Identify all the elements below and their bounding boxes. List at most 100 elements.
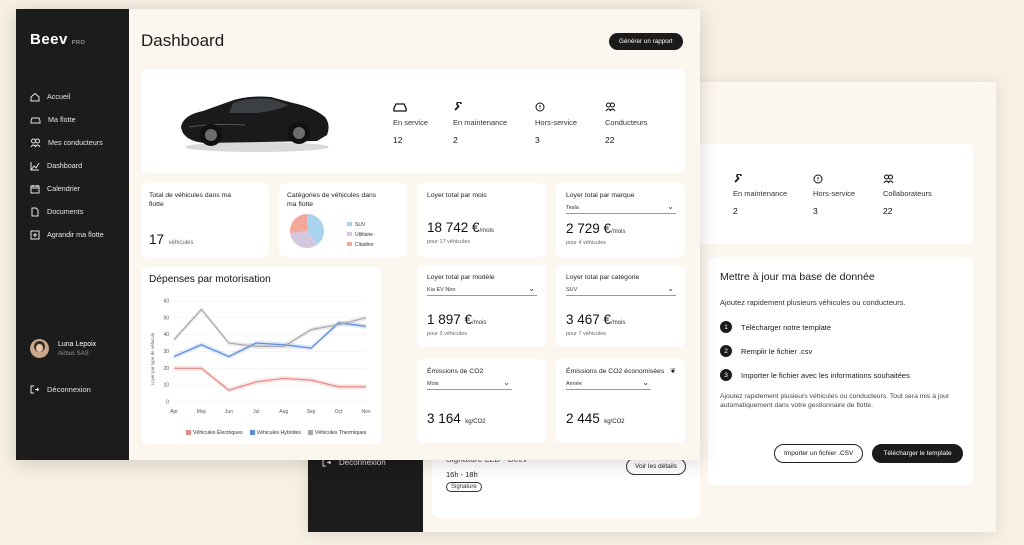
rent-brand-unit: /mois bbox=[611, 228, 626, 235]
y-tick-label: 0 bbox=[166, 400, 169, 406]
alert-icon bbox=[535, 102, 545, 112]
pie-legend-item: Citadine bbox=[347, 240, 373, 250]
rent-brand-value: 2 729 € bbox=[566, 220, 612, 236]
rent-category-sub: pour 7 véhicules bbox=[566, 330, 607, 337]
back-stat-value: 22 bbox=[883, 206, 893, 216]
people-icon bbox=[883, 174, 894, 184]
import-csv-button[interactable]: Importer un fichier .CSV bbox=[774, 444, 864, 463]
step-text: Remplir le fichier .csv bbox=[741, 346, 813, 356]
back-stat-label: En maintenance bbox=[733, 189, 788, 198]
logout-link[interactable]: Déconnexion bbox=[30, 385, 91, 394]
sidebar-item-label: Dashboard bbox=[47, 161, 83, 170]
chart-legend: Véhicules Électriques Véhicules Hybrides… bbox=[186, 430, 366, 436]
page-title: Dashboard bbox=[141, 31, 225, 50]
card-label: Émissions de CO2 économisées bbox=[566, 368, 665, 375]
step-text: Importer le fichier avec les information… bbox=[741, 370, 910, 380]
logout-label: Déconnexion bbox=[47, 385, 91, 394]
co2-saved-period-select[interactable]: Année bbox=[566, 378, 651, 390]
co2-value: 3 164 bbox=[427, 410, 461, 426]
event-details-button[interactable]: Voir les détails bbox=[626, 458, 686, 475]
user-profile[interactable]: Luna Lepoix Airbus SAS bbox=[30, 339, 96, 358]
x-tick-label: Nov bbox=[362, 409, 371, 415]
logo-badge: PRO bbox=[71, 40, 86, 46]
step-text: Télécharger notre template bbox=[741, 322, 832, 332]
y-tick-label: 10 bbox=[163, 383, 169, 389]
sidebar: Beev PRO Accueil Ma flotte Mes conducteur… bbox=[16, 9, 129, 460]
y-tick-label: 30 bbox=[163, 349, 169, 355]
logout-icon bbox=[30, 385, 39, 394]
generate-report-button[interactable]: Générer un rapport bbox=[609, 33, 683, 50]
model-select[interactable]: Kia EV Niro bbox=[427, 284, 537, 296]
co2-period-select[interactable]: Mois bbox=[427, 378, 512, 390]
back-stat-label: Hors-service bbox=[813, 189, 856, 198]
card-label: Total de véhicules dans ma flotte bbox=[149, 192, 231, 208]
stat-label: En maintenance bbox=[453, 118, 508, 127]
stat-label: En service bbox=[393, 118, 429, 127]
card-label: Loyer total par mois bbox=[427, 192, 487, 199]
card-label: Loyer total par marque bbox=[566, 192, 635, 199]
rent-brand-card: Loyer total par marque Tesla 2 729 €/moi… bbox=[556, 183, 685, 257]
update-step: 1 Télécharger notre template bbox=[720, 321, 961, 333]
back-stat-value: 3 bbox=[813, 206, 818, 216]
rent-month-card: Loyer total par mois 18 742 €/mois pour … bbox=[417, 183, 546, 257]
rent-month-sub: pour 17 véhicules bbox=[427, 238, 471, 245]
stat-conducteurs: Conducteurs 22 bbox=[605, 102, 648, 145]
total-vehicles-card: Total de véhicules dans ma flotte 17 véh… bbox=[141, 183, 269, 257]
stat-value: 2 bbox=[453, 135, 458, 145]
wrench-icon bbox=[734, 174, 742, 183]
stat-label: Hors-service bbox=[535, 118, 578, 127]
pie-legend-item: SUV bbox=[347, 220, 373, 230]
sidebar-item-agrandir-ma-flotte[interactable]: Agrandir ma flotte bbox=[30, 223, 104, 246]
plus-icon bbox=[30, 230, 40, 239]
series-line bbox=[173, 308, 367, 348]
leaf-icon: ❦ bbox=[670, 368, 676, 375]
user-name: Luna Lepoix bbox=[58, 340, 97, 348]
stat-en-service: En service 12 bbox=[393, 102, 428, 145]
sidebar-item-mes-conducteurs[interactable]: Mes conducteurs bbox=[30, 131, 104, 154]
x-tick-label: Oct bbox=[335, 409, 343, 415]
brand-select[interactable]: Tesla bbox=[566, 202, 676, 214]
x-tick-label: Sep bbox=[307, 409, 316, 415]
stat-value: 12 bbox=[393, 135, 403, 145]
stat-label: Conducteurs bbox=[605, 118, 648, 127]
stat-value: 22 bbox=[605, 135, 615, 145]
stat-value: 3 bbox=[535, 135, 540, 145]
car-image bbox=[181, 96, 329, 152]
chart-icon bbox=[30, 161, 40, 170]
back-stat-value: 2 bbox=[733, 206, 738, 216]
update-database-card: Mettre à jour ma base de donnée Ajoutez … bbox=[708, 257, 973, 485]
logo: Beev PRO bbox=[30, 31, 85, 48]
co2-saved-card: Émissions de CO2 économisées ❦ Année 2 4… bbox=[556, 359, 685, 443]
step-number: 3 bbox=[720, 369, 732, 381]
legend-item-electric: Véhicules Électriques bbox=[186, 430, 243, 436]
back-stats-card: vice En maintenance 2 Hors-service 3 Col… bbox=[683, 144, 973, 244]
rent-category-value: 3 467 € bbox=[566, 311, 612, 327]
sidebar-item-label: Accueil bbox=[47, 92, 71, 101]
sidebar-item-ma-flotte[interactable]: Ma flotte bbox=[30, 108, 104, 131]
stat-hors-service: Hors-service 3 bbox=[535, 102, 577, 145]
total-vehicles-unit: véhicules bbox=[168, 240, 194, 246]
sidebar-item-calendrier[interactable]: Calendrier bbox=[30, 177, 104, 200]
sidebar-item-documents[interactable]: Documents bbox=[30, 200, 104, 223]
x-tick-label: Apr bbox=[170, 409, 178, 415]
co2-card: Émissions de CO2 Mois 3 164 kg/CO2 bbox=[417, 359, 546, 443]
document-icon bbox=[31, 207, 39, 216]
update-note: Ajoutez rapidement plusieurs véhicules o… bbox=[720, 393, 950, 409]
card-label: Catégories de véhicules dans ma flotte bbox=[287, 192, 377, 208]
rent-model-sub: pour 3 véhicules bbox=[427, 330, 468, 337]
sidebar-item-label: Ma flotte bbox=[48, 115, 76, 124]
stat-en-maintenance: En maintenance 2 bbox=[453, 102, 507, 145]
legend-item-hybrid: Véhicules Hybrides bbox=[249, 430, 301, 436]
user-org: Airbus SAS bbox=[58, 350, 89, 357]
back-stat-maintenance: En maintenance 2 bbox=[733, 174, 787, 216]
category-select[interactable]: SUV bbox=[566, 284, 676, 296]
sidebar-item-label: Agrandir ma flotte bbox=[47, 230, 104, 239]
download-template-button[interactable]: Télécharger le template bbox=[872, 444, 963, 463]
back-stat-collaborators: Collaborateurs 22 bbox=[883, 174, 932, 216]
car-icon bbox=[393, 103, 407, 112]
sidebar-item-dashboard[interactable]: Dashboard bbox=[30, 154, 104, 177]
car-icon bbox=[30, 117, 41, 124]
sidebar-item-accueil[interactable]: Accueil bbox=[30, 85, 104, 108]
pie-slice bbox=[290, 214, 307, 234]
sidebar-item-label: Mes conducteurs bbox=[48, 138, 103, 147]
